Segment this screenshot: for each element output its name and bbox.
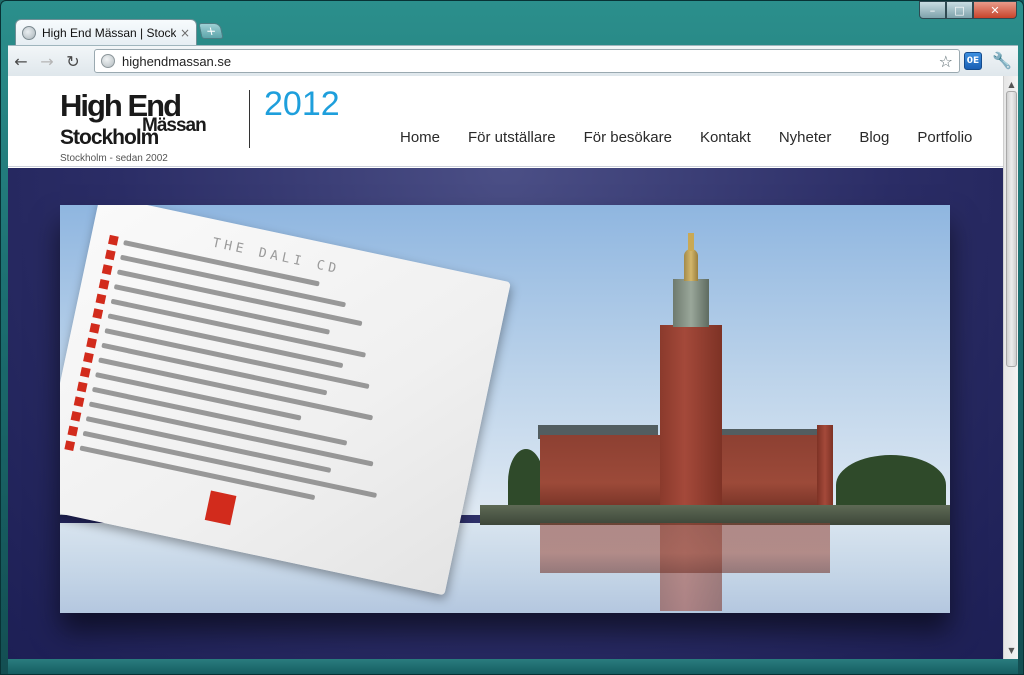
- site-tagline: Stockholm - sedan 2002: [60, 153, 168, 164]
- extension-icon[interactable]: 0E: [964, 52, 982, 70]
- window-bottom-frame: [8, 659, 1018, 674]
- maximize-button[interactable]: □: [946, 1, 973, 19]
- site-logo[interactable]: High End Mässan Stockholm: [60, 90, 240, 150]
- page-viewport: High End Mässan Stockholm 2012 Stockholm…: [8, 76, 1003, 659]
- page-info-icon[interactable]: [101, 54, 115, 68]
- scroll-thumb[interactable]: [1006, 91, 1017, 367]
- main-navigation: Home För utställare För besökare Kontakt…: [400, 129, 972, 146]
- logo-year: 2012: [264, 85, 340, 123]
- nav-nyheter[interactable]: Nyheter: [779, 129, 832, 146]
- browser-tab[interactable]: High End Mässan | Stockho ×: [15, 19, 197, 45]
- nav-for-besokare[interactable]: För besökare: [584, 129, 672, 146]
- tab-title: High End Mässan | Stockho: [42, 25, 176, 40]
- browser-toolbar: ← → ↻ highendmassan.se ☆ 0E 🔧: [8, 45, 1018, 76]
- nav-blog[interactable]: Blog: [859, 129, 889, 146]
- browser-window: High End Mässan | Stockho × + – □ ✕ ← → …: [0, 0, 1024, 675]
- bookmark-star-icon[interactable]: ☆: [939, 52, 953, 71]
- back-button[interactable]: ←: [8, 48, 34, 74]
- tab-close-icon[interactable]: ×: [180, 26, 190, 40]
- address-bar[interactable]: highendmassan.se ☆: [94, 49, 960, 73]
- city-hall-tower: [660, 325, 722, 515]
- dali-logo-icon: [204, 490, 237, 526]
- nav-home[interactable]: Home: [400, 129, 440, 146]
- logo-divider: [249, 90, 250, 148]
- city-hall-spire: [684, 249, 698, 281]
- logo-stockholm: Stockholm: [60, 126, 159, 149]
- site-header: High End Mässan Stockholm 2012 Stockholm…: [8, 76, 1003, 167]
- nav-for-utstallare[interactable]: För utställare: [468, 129, 556, 146]
- new-tab-button[interactable]: +: [198, 23, 224, 39]
- window-controls: – □ ✕: [919, 1, 1017, 19]
- cd-tracklist: [63, 234, 481, 533]
- reload-button[interactable]: ↻: [60, 48, 86, 74]
- close-window-button[interactable]: ✕: [973, 1, 1017, 19]
- city-hall-side-tower: [817, 425, 833, 515]
- hall-reflection: [540, 523, 830, 573]
- three-crowns-icon: [688, 233, 694, 251]
- minimize-button[interactable]: –: [919, 1, 946, 19]
- url-text[interactable]: highendmassan.se: [122, 54, 939, 69]
- nav-portfolio[interactable]: Portfolio: [917, 129, 972, 146]
- nav-kontakt[interactable]: Kontakt: [700, 129, 751, 146]
- scroll-down-icon[interactable]: ▼: [1006, 644, 1017, 656]
- favicon-icon: [22, 25, 36, 40]
- title-bar: High End Mässan | Stockho × + – □ ✕: [1, 1, 1023, 45]
- hero-image[interactable]: THE DALI CD: [60, 205, 950, 613]
- wrench-menu-icon[interactable]: 🔧: [992, 50, 1012, 70]
- scroll-up-icon[interactable]: ▲: [1006, 78, 1017, 90]
- city-hall-tower-top: [673, 279, 709, 327]
- vertical-scrollbar[interactable]: ▲ ▼: [1003, 76, 1018, 659]
- forward-button[interactable]: →: [34, 48, 60, 74]
- hero-shore: [480, 505, 950, 525]
